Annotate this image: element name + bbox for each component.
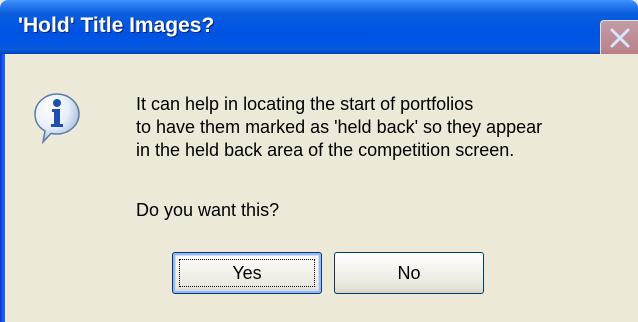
close-icon (610, 28, 630, 48)
dialog-title: 'Hold' Title Images? (18, 14, 215, 37)
dialog-message: It can help in locating the start of por… (136, 93, 542, 162)
title-bar[interactable]: 'Hold' Title Images? (0, 0, 638, 56)
yes-button[interactable]: Yes (172, 252, 322, 294)
message-line: It can help in locating the start of por… (136, 94, 474, 114)
close-button[interactable] (600, 20, 638, 56)
information-icon (33, 92, 81, 146)
focus-rectangle (179, 259, 315, 287)
dialog-window: 'Hold' Title Images? It can help in loca… (0, 0, 638, 322)
message-line: to have them marked as 'held back' so th… (136, 117, 543, 137)
message-line: in the held back area of the competition… (136, 140, 515, 160)
no-button-label: No (397, 262, 421, 283)
dialog-question: Do you want this? (136, 200, 280, 220)
no-button[interactable]: No (334, 252, 484, 294)
